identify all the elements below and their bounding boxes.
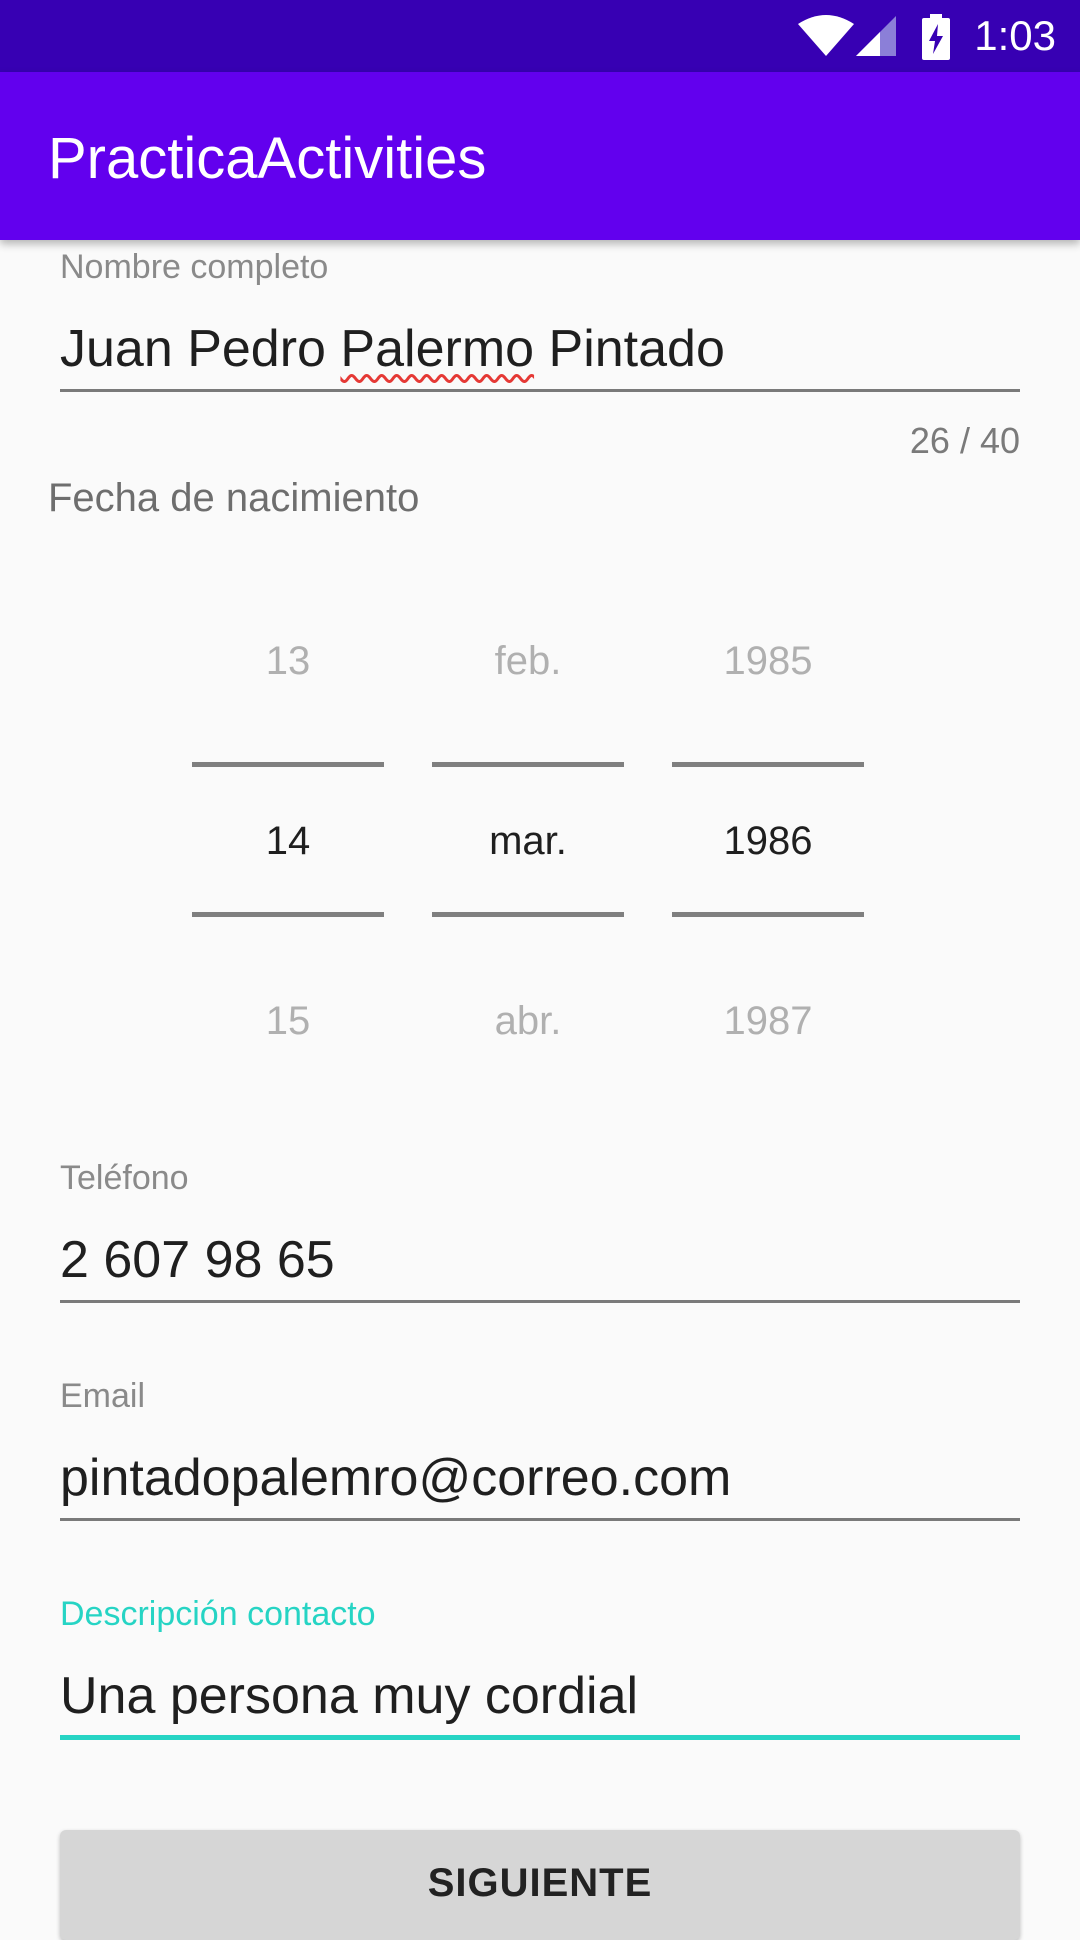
year-selected[interactable]: 1986 (672, 818, 864, 864)
description-label: Descripción contacto (60, 1595, 376, 1633)
description-input[interactable]: Una persona muy cordial (60, 1666, 638, 1726)
day-prev[interactable]: 13 (192, 638, 384, 684)
signal-icon (856, 16, 896, 56)
day-selected[interactable]: 14 (192, 818, 384, 864)
day-picker-divider (192, 912, 384, 917)
character-counter: 26 / 40 (909, 420, 1020, 461)
next-button-label: SIGUIENTE (427, 1861, 653, 1905)
day-picker[interactable]: 13 14 15 (192, 620, 384, 1060)
phone-underline (60, 1300, 1020, 1303)
phone-label: Teléfono (60, 1159, 189, 1197)
full-name-part-3: Pintado (534, 320, 725, 378)
status-time: 1:03 (974, 12, 1056, 59)
phone-input[interactable]: 2 607 98 65 (60, 1230, 335, 1290)
description-underline (60, 1735, 1020, 1740)
status-bar: 1:03 (0, 0, 1080, 72)
full-name-part-1: Juan Pedro (60, 320, 341, 378)
wifi-icon (798, 15, 854, 56)
month-picker[interactable]: feb. mar. abr. (432, 620, 624, 1060)
app-title: PracticaActivities (48, 126, 487, 191)
year-picker-divider (672, 912, 864, 917)
next-button[interactable]: SIGUIENTE (60, 1830, 1020, 1940)
full-name-underline (60, 389, 1020, 392)
email-label: Email (60, 1377, 146, 1415)
month-picker-divider (432, 762, 624, 767)
year-picker-divider (672, 762, 864, 767)
app-bar: PracticaActivities (0, 72, 1080, 240)
birth-date-label: Fecha de nacimiento (48, 476, 420, 520)
year-next[interactable]: 1987 (672, 998, 864, 1044)
email-underline (60, 1518, 1020, 1521)
month-picker-divider (432, 912, 624, 917)
battery-charging-icon (922, 14, 950, 60)
full-name-label: Nombre completo (60, 248, 329, 286)
month-prev[interactable]: feb. (432, 638, 624, 684)
email-input[interactable]: pintadopalemro@correo.com (60, 1448, 731, 1508)
full-name-input[interactable]: Juan Pedro Palermo Pintado (60, 319, 725, 379)
year-prev[interactable]: 1985 (672, 638, 864, 684)
year-picker[interactable]: 1985 1986 1987 (672, 620, 864, 1060)
full-name-part-misspelled: Palermo (340, 320, 535, 378)
day-picker-divider (192, 762, 384, 767)
month-next[interactable]: abr. (432, 998, 624, 1044)
day-next[interactable]: 15 (192, 998, 384, 1044)
month-selected[interactable]: mar. (432, 818, 624, 864)
